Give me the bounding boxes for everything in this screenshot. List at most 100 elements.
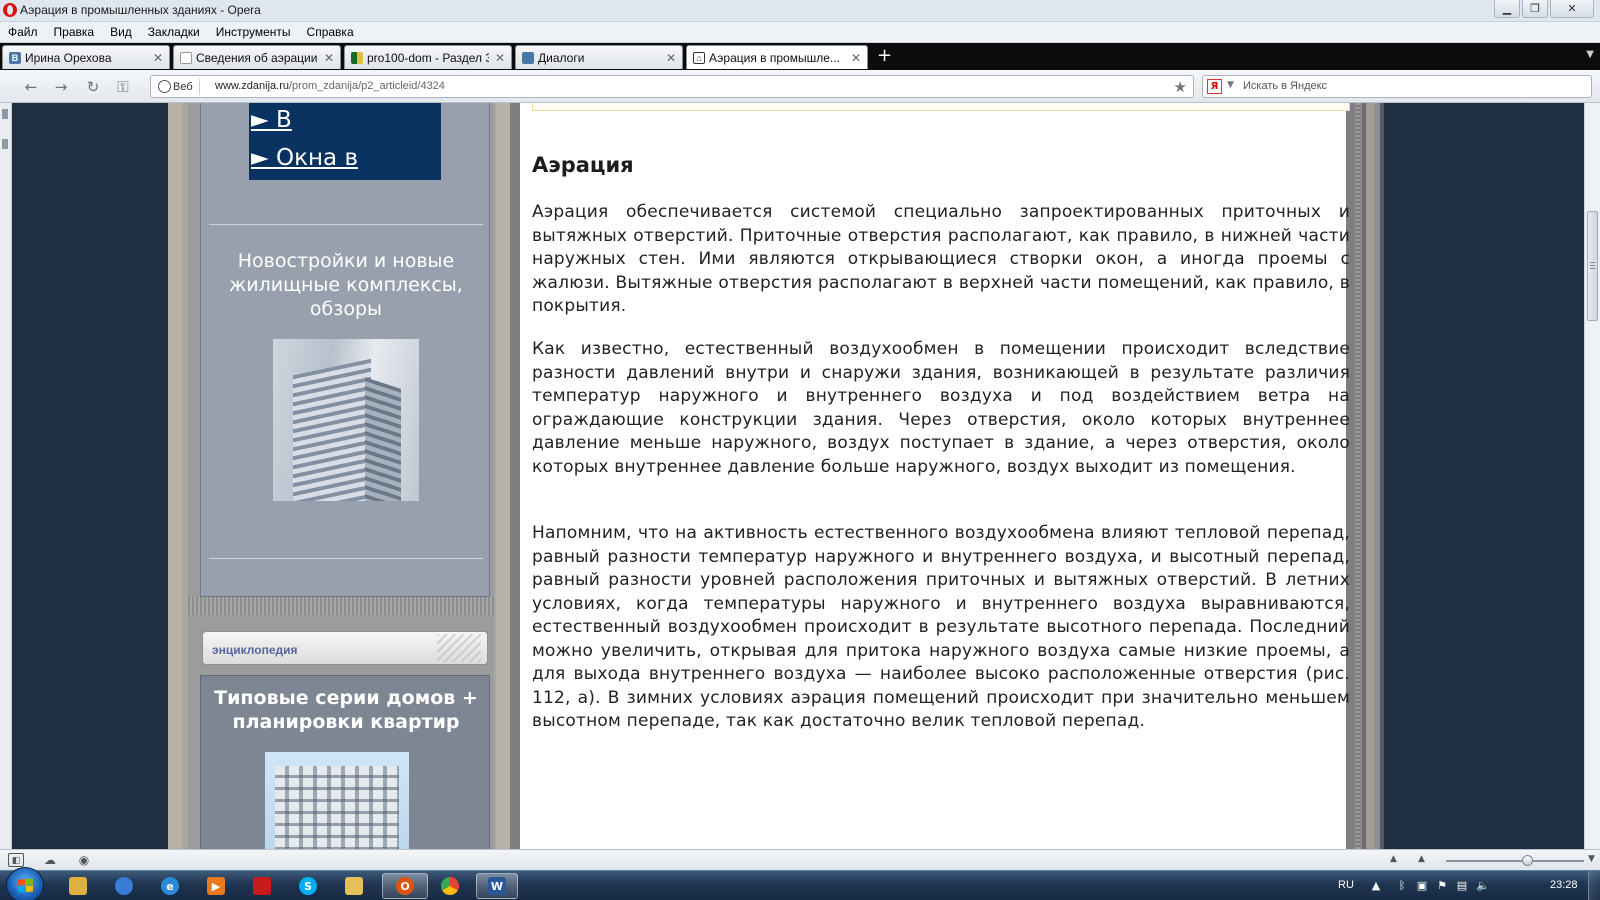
sidebar-box-top: ► В ► Окна в Новостройки и новые жилищны… — [200, 103, 490, 597]
page-viewport: ► В ► Окна в Новостройки и новые жилищны… — [0, 103, 1600, 849]
main-frame: Аэрация Аэрация обеспечивается системой … — [510, 103, 1354, 849]
new-tab-button[interactable]: + — [877, 47, 892, 65]
tab-bar: В Ирина Орехова ✕ Сведения об аэрации ..… — [0, 43, 1600, 70]
taskbar-app-1[interactable] — [104, 873, 144, 899]
promo-link-new-buildings[interactable]: Новостройки и новые жилищные комплексы, … — [201, 249, 491, 321]
opera-icon: O — [396, 877, 414, 895]
tab-list-chevron-icon[interactable]: ▼ — [1586, 49, 1594, 60]
url-text[interactable]: www.zdanija.ru/prom_zdanija/p2_articleid… — [215, 80, 445, 92]
panel-strip — [0, 103, 12, 849]
nav-link-v[interactable]: ► В — [251, 107, 292, 133]
hatch-decoration — [437, 634, 481, 662]
search-field[interactable]: Я ▼ Искать в Яндекс — [1202, 75, 1592, 98]
tab-close-icon[interactable]: ✕ — [153, 51, 163, 65]
chrome-icon — [441, 877, 459, 895]
start-button[interactable] — [6, 867, 44, 900]
tab-1[interactable]: Сведения об аэрации ... ✕ — [173, 45, 341, 69]
search-engine-dropdown-icon[interactable]: ▼ — [1227, 80, 1234, 90]
status-bar: ◧ ☁ ◉ ▲ ▲ ▼ — [0, 849, 1600, 870]
yandex-icon[interactable]: Я — [1207, 79, 1222, 94]
vk-icon: В — [9, 51, 21, 64]
taskbar-app-7-active[interactable]: O — [382, 873, 428, 899]
globe-icon — [158, 80, 171, 93]
sidebar-separator — [188, 597, 494, 615]
scroll-up-caret-icon[interactable]: ▲ — [1390, 854, 1397, 864]
zoom-caret-icon[interactable]: ▲ — [1418, 854, 1425, 864]
series-building-image[interactable] — [265, 752, 409, 849]
taskbar-app-5[interactable]: S — [288, 873, 328, 899]
top-box-border — [532, 103, 1350, 111]
menu-file[interactable]: Файл — [8, 25, 38, 39]
address-field[interactable]: Веб www.zdanija.ru/prom_zdanija/p2_artic… — [150, 75, 1194, 98]
tab-0[interactable]: В Ирина Орехова ✕ — [2, 45, 170, 69]
taskbar-app-9[interactable]: W — [476, 873, 518, 899]
chat-icon — [522, 51, 534, 64]
reload-button[interactable]: ↻ — [84, 78, 102, 96]
scrollbar-thumb[interactable] — [1587, 211, 1598, 321]
taskbar-app-2[interactable]: e — [150, 873, 190, 899]
search-placeholder[interactable]: Искать в Яндекс — [1243, 80, 1327, 92]
browser-icon — [115, 877, 133, 895]
explorer-icon — [69, 877, 87, 895]
folder-icon — [345, 877, 363, 895]
page-icon — [180, 51, 192, 64]
web-badge-label: Веб — [173, 81, 193, 93]
tab-3[interactable]: Диалоги ✕ — [515, 45, 683, 69]
tab-close-icon[interactable]: ✕ — [666, 51, 676, 65]
tab-close-icon[interactable]: ✕ — [495, 51, 505, 65]
bookmark-star-icon[interactable]: ★ — [1174, 78, 1187, 96]
tab-label: Аэрация в промышле... — [709, 50, 840, 65]
url-host: www.zdanija.ru — [215, 80, 289, 92]
divider — [209, 558, 483, 559]
menu-bar: Файл Правка Вид Закладки Инструменты Спр… — [0, 22, 1600, 43]
taskbar-app-3[interactable]: ▶ — [196, 873, 236, 899]
article-heading: Аэрация — [532, 153, 634, 177]
vertical-scrollbar[interactable] — [1584, 103, 1600, 849]
panel-toggle-icon[interactable]: ◧ — [8, 853, 24, 867]
restore-button[interactable]: ❐ — [1522, 0, 1548, 18]
taskbar-app-8[interactable] — [430, 873, 470, 899]
cloud-icon[interactable]: ☁ — [42, 853, 58, 867]
nav-link-windows[interactable]: ► Окна в — [251, 145, 358, 171]
taskbar-app-6[interactable] — [334, 873, 374, 899]
menu-bookmarks[interactable]: Закладки — [148, 25, 200, 39]
turbo-icon[interactable]: ◉ — [76, 853, 92, 867]
skype-icon: S — [299, 877, 317, 895]
windows-taskbar: e ▶ S O W RU ▲ ᛒ ▣ ⚑ ▤ 🔈 23:28 — [0, 867, 1600, 900]
volume-icon[interactable]: 🔈 — [1476, 880, 1490, 892]
building-image-part — [365, 377, 401, 501]
tab-2[interactable]: pro100-dom - Раздел 3... ✕ — [344, 45, 512, 69]
tab-4-active[interactable]: ⌂ Аэрация в промышле... ✕ — [686, 45, 868, 69]
article-content: Аэрация Аэрация обеспечивается системой … — [520, 103, 1350, 849]
zoom-slider-knob[interactable] — [1522, 855, 1533, 866]
bluetooth-icon[interactable]: ᛒ — [1396, 880, 1408, 892]
close-window-button[interactable]: ✕ — [1550, 0, 1594, 18]
menu-edit[interactable]: Правка — [54, 25, 95, 39]
site-house-icon: ⌂ — [693, 51, 705, 64]
device-icon[interactable]: ▣ — [1416, 880, 1428, 892]
menu-view[interactable]: Вид — [110, 25, 132, 39]
network-icon[interactable]: ▤ — [1456, 880, 1468, 892]
language-indicator[interactable]: RU — [1338, 879, 1354, 891]
flag-icon[interactable]: ⚑ — [1436, 880, 1448, 892]
tab-close-icon[interactable]: ✕ — [851, 51, 861, 65]
minimize-button[interactable]: ▁ — [1494, 0, 1520, 18]
zoom-slider[interactable] — [1446, 855, 1584, 866]
url-path: /prom_zdanija/p2_articleid/4324 — [288, 80, 445, 92]
taskbar-clock[interactable]: 23:28 — [1550, 879, 1578, 891]
tray-chevron-icon[interactable]: ▲ — [1370, 880, 1382, 892]
scroll-down-caret-icon[interactable]: ▼ — [1588, 854, 1595, 864]
menu-tools[interactable]: Инструменты — [216, 25, 291, 39]
menu-help[interactable]: Справка — [307, 25, 354, 39]
promo-building-image[interactable] — [273, 339, 419, 501]
taskbar-app-0[interactable] — [58, 873, 98, 899]
taskbar-app-4[interactable] — [242, 873, 282, 899]
web-badge[interactable]: Веб — [155, 79, 200, 95]
show-desktop-button[interactable] — [1588, 871, 1600, 900]
tab-close-icon[interactable]: ✕ — [324, 51, 334, 65]
series-link-title[interactable]: Типовые серии домов + планировки квартир — [201, 686, 491, 734]
key-icon[interactable]: ⚿ — [114, 78, 132, 96]
forward-button[interactable]: → — [52, 78, 70, 96]
encyclopedia-tab[interactable]: энциклопедия — [202, 631, 488, 665]
back-button[interactable]: ← — [22, 78, 40, 96]
